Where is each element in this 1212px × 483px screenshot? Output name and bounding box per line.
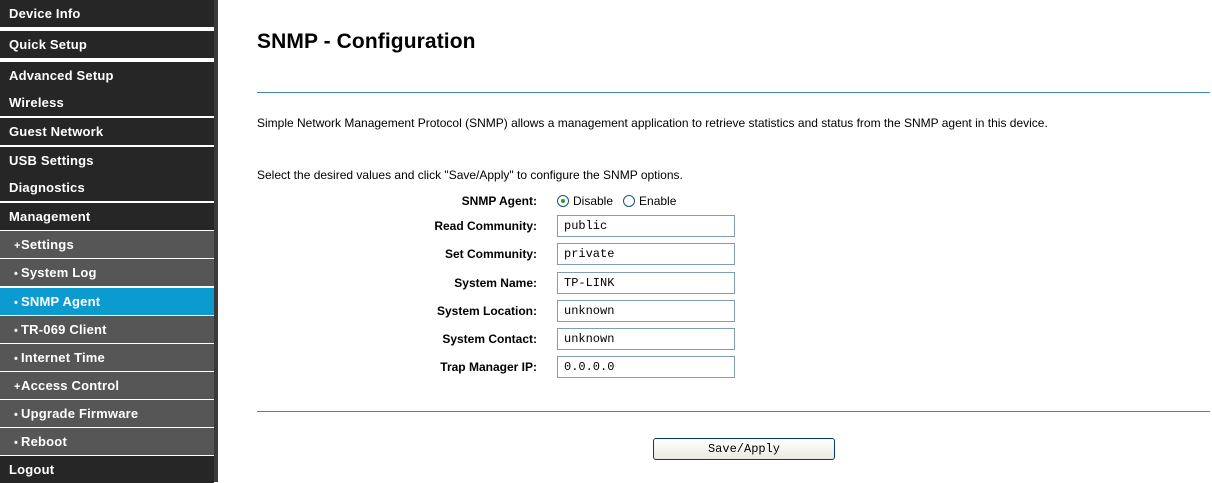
sidebar-item-label: System Log [21,265,97,280]
sidebar-item-label: Reboot [21,434,67,449]
system-contact-input[interactable] [557,328,735,350]
bullet-icon: • [14,325,19,337]
sidebar-item-advanced-setup[interactable]: Advanced Setup [0,62,214,89]
sidebar-item-label: Quick Setup [9,37,88,52]
sidebar-item-access-control[interactable]: +Access Control [0,372,214,399]
radio-enable-label[interactable]: Enable [639,193,676,209]
sidebar-item-label: Device Info [9,6,81,21]
system-location-input[interactable] [557,300,735,322]
instruction-text: Select the desired values and click "Sav… [257,168,683,182]
sidebar-item-internet-time[interactable]: • Internet Time [0,344,214,371]
sidebar-item-upgrade-firmware[interactable]: • Upgrade Firmware [0,400,214,427]
save-apply-button[interactable]: Save/Apply [653,438,835,460]
sidebar-item-label: SNMP Agent [21,294,101,309]
sidebar-item-settings[interactable]: +Settings [0,231,214,258]
snmp-agent-label: SNMP Agent: [461,194,537,208]
radio-disable-label[interactable]: Disable [573,193,613,209]
sidebar-item-guest-network[interactable]: Guest Network [0,118,214,145]
system-contact-label: System Contact: [442,332,537,346]
bullet-icon: • [14,437,19,449]
sidebar-item-system-log[interactable]: • System Log [0,259,214,286]
sidebar-item-tr069-client[interactable]: • TR-069 Client [0,316,214,343]
sidebar-item-label: Guest Network [9,124,104,139]
trap-manager-ip-label: Trap Manager IP: [440,360,537,374]
sidebar-item-label: USB Settings [9,153,94,168]
sidebar-item-reboot[interactable]: • Reboot [0,428,214,455]
read-community-label: Read Community: [434,219,537,233]
expand-plus-icon: + [14,381,21,393]
intro-text: Simple Network Management Protocol (SNMP… [257,116,1048,130]
sidebar-nav: Device Info Quick Setup Advanced Setup W… [0,0,214,483]
set-community-label: Set Community: [444,247,537,261]
divider-bottom [257,411,1210,412]
divider-top [257,92,1210,93]
sidebar-item-label: Internet Time [21,350,105,365]
sidebar-item-label: Management [9,209,91,224]
system-name-label: System Name: [454,276,537,290]
expand-plus-icon: + [14,240,21,252]
sidebar-item-label: Advanced Setup [9,68,114,83]
sidebar-item-label: Access Control [21,378,120,393]
sidebar-item-device-info[interactable]: Device Info [0,0,214,27]
bullet-icon: • [14,353,19,365]
bullet-icon: • [14,268,19,280]
sidebar-item-label: Logout [9,462,55,477]
read-community-input[interactable] [557,215,735,237]
bullet-icon: • [14,409,19,421]
sidebar-item-label: Upgrade Firmware [21,406,139,421]
trap-manager-ip-input[interactable] [557,356,735,378]
sidebar-item-label: TR-069 Client [21,322,107,337]
sidebar-item-management[interactable]: Management [0,203,214,230]
sidebar-item-wireless[interactable]: Wireless [0,89,214,116]
radio-unchecked-icon[interactable] [623,195,636,207]
page-title: SNMP - Configuration [257,30,476,53]
set-community-input[interactable] [557,243,735,265]
radio-checked-icon[interactable] [557,195,569,207]
sidebar-item-label: Settings [21,237,74,252]
sidebar-item-logout[interactable]: Logout [0,456,214,483]
sidebar-item-quick-setup[interactable]: Quick Setup [0,31,214,58]
system-location-label: System Location: [436,304,537,318]
system-name-input[interactable] [557,272,735,294]
main-content: SNMP - Configuration Simple Network Mana… [218,0,1212,482]
sidebar-item-diagnostics[interactable]: Diagnostics [0,174,214,201]
sidebar-item-label: Wireless [9,95,64,110]
bullet-icon: • [14,297,19,309]
sidebar-item-usb-settings[interactable]: USB Settings [0,147,214,174]
snmp-agent-radio-group: Disable Enable [557,193,686,209]
sidebar-item-label: Diagnostics [9,180,85,195]
sidebar-item-snmp-agent[interactable]: • SNMP Agent [0,288,214,315]
